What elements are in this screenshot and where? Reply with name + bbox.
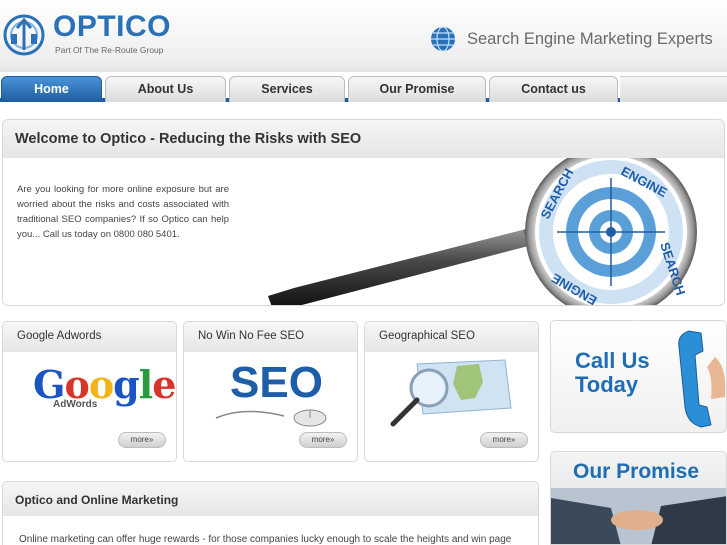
tab-home[interactable]: Home [1,76,102,102]
more-button[interactable]: more» [118,432,166,448]
seo-graphic-text: SEO [230,358,323,407]
welcome-panel: Welcome to Optico - Reducing the Risks w… [2,119,725,306]
card-title: No Win No Fee SEO [184,322,357,352]
magnifier-search-engine-image: SEARCH ENGINE SEARCH ENGINE [268,158,697,305]
map-magnifier-icon [390,359,512,427]
card-geographical-seo[interactable]: Geographical SEO more» [364,321,539,462]
adwords-label: AdWords [53,399,98,410]
welcome-body: Are you looking for more online exposure… [17,184,229,240]
card-title: Google Adwords [3,322,176,352]
welcome-title: Welcome to Optico - Reducing the Risks w… [3,120,724,158]
logo-text[interactable]: OPTICO [53,10,171,44]
site-header: OPTICO Part Of The Re-Route Group Search… [0,0,727,72]
call-us-text: Call Us Today [575,349,650,397]
card-no-win-no-fee[interactable]: No Win No Fee SEO SEO more» [183,321,358,462]
tab-services[interactable]: Services [229,76,345,102]
card-google-adwords[interactable]: Google Adwords Google AdWords more» [2,321,177,462]
tab-contact-us[interactable]: Contact us [489,76,618,102]
card-title: Geographical SEO [365,322,538,352]
call-us-line-2: Today [575,372,639,397]
mouse-icon [215,409,327,427]
logo-subtitle: Part Of The Re-Route Group [55,45,164,55]
more-button[interactable]: more» [299,432,347,448]
phone-icon [678,330,726,428]
nav-filler [620,76,727,102]
tab-our-promise[interactable]: Our Promise [348,76,486,102]
more-button[interactable]: more» [480,432,528,448]
our-promise-title: Our Promise [573,460,700,483]
online-marketing-title: Optico and Online Marketing [3,482,538,516]
tab-about-us[interactable]: About Us [105,76,226,102]
tagline: Search Engine Marketing Experts [467,30,713,48]
call-us-banner[interactable]: Call Us Today [550,320,727,433]
globe-icon [431,26,455,52]
main-nav: Home About Us Services Our Promise Conta… [0,74,727,102]
handshake-image [551,488,726,544]
online-marketing-panel: Optico and Online Marketing Online marke… [2,481,539,545]
our-promise-banner[interactable]: Our Promise [550,451,727,545]
optico-logo-icon[interactable] [3,14,45,56]
call-us-line-1: Call Us [575,348,650,373]
online-marketing-body: Online marketing can offer huge rewards … [19,534,512,545]
